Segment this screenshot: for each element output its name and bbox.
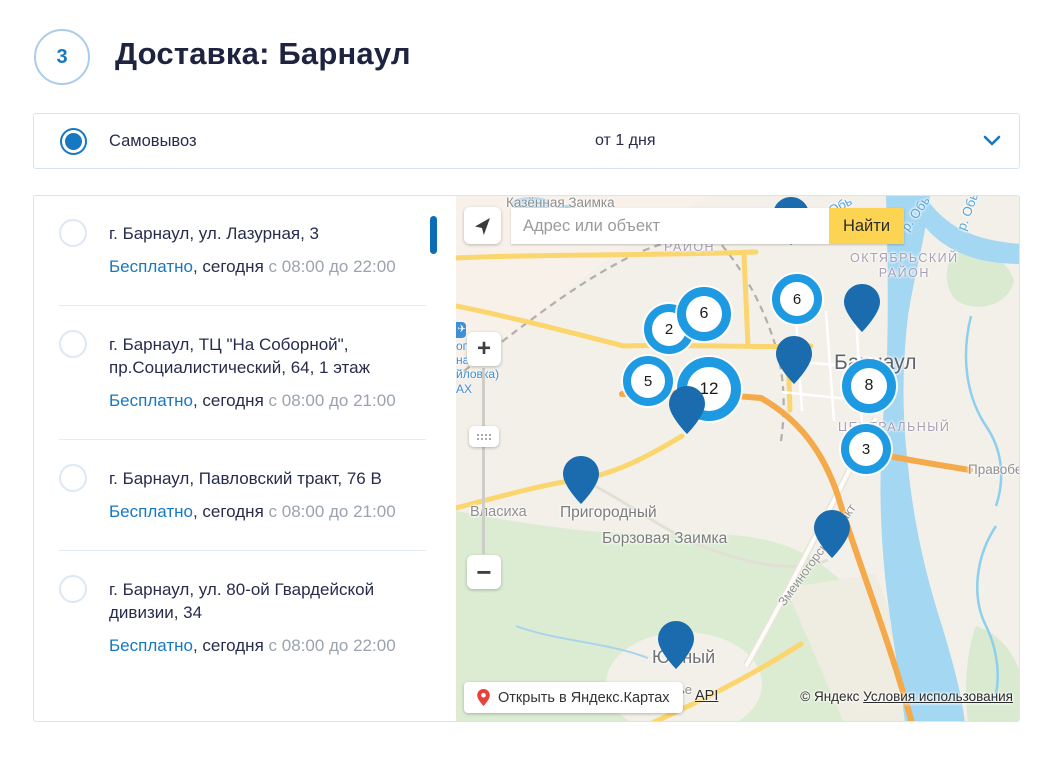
- map-copyright: © Яндекс Условия использования: [800, 689, 1013, 704]
- pickup-point-item[interactable]: г. Барнаул, ул. 80-ой Гвардейской дивизи…: [59, 550, 426, 684]
- api-link[interactable]: API: [695, 688, 718, 704]
- pickup-point-address: г. Барнаул, ТЦ "На Соборной", пр.Социали…: [109, 333, 401, 379]
- hours-label: с 08:00 до 21:00: [269, 391, 396, 410]
- pickup-point-radio[interactable]: [59, 575, 87, 603]
- yandex-copyright-label: © Яндекс: [800, 689, 859, 704]
- pickup-point-schedule: Бесплатно, сегодня с 08:00 до 21:00: [109, 500, 401, 523]
- pickup-point-schedule: Бесплатно, сегодня с 08:00 до 21:00: [109, 389, 401, 412]
- step-number-badge: 3: [34, 29, 90, 85]
- pickup-point-schedule: Бесплатно, сегодня с 08:00 до 22:00: [109, 634, 401, 657]
- free-label: Бесплатно: [109, 502, 193, 521]
- chevron-down-icon[interactable]: [983, 135, 1001, 147]
- pickup-method-duration: от 1 дня: [595, 132, 656, 150]
- map-pin[interactable]: [844, 284, 880, 332]
- zoom-in-button[interactable]: +: [467, 332, 501, 366]
- pickup-point-address: г. Барнаул, ул. Лазурная, 3: [109, 222, 401, 245]
- pickup-points-panel: г. Барнаул, ул. Лазурная, 3 Бесплатно, с…: [33, 195, 1020, 722]
- map-label-pravoberezhny: Правобе: [968, 462, 1020, 477]
- map-label-oktyabrsky-rayon: ОКТЯБРЬСКИЙРАЙОН: [850, 251, 959, 281]
- pickup-point-radio[interactable]: [59, 219, 87, 247]
- hours-label: с 08:00 до 22:00: [269, 257, 396, 276]
- map-search-bar: Найти: [511, 208, 904, 244]
- zoom-slider-track[interactable]: [482, 368, 485, 554]
- today-label: , сегодня: [193, 502, 264, 521]
- map-pin[interactable]: [669, 386, 705, 434]
- map-cluster[interactable]: 6: [772, 274, 822, 324]
- pickup-point-item[interactable]: г. Барнаул, Павловский тракт, 76 В Беспл…: [59, 439, 426, 550]
- terms-of-use-link[interactable]: Условия использования: [863, 689, 1013, 704]
- today-label: , сегодня: [193, 636, 264, 655]
- map-cluster[interactable]: 6: [677, 287, 731, 341]
- pickup-point-radio[interactable]: [59, 330, 87, 358]
- map-cluster[interactable]: 3: [841, 424, 891, 474]
- zoom-out-button[interactable]: −: [467, 555, 501, 589]
- open-in-yandex-maps-button[interactable]: Открыть в Яндекс.Картах: [464, 682, 683, 713]
- pickup-point-item[interactable]: г. Барнаул, ул. Лазурная, 3 Бесплатно, с…: [59, 222, 426, 305]
- hours-label: с 08:00 до 22:00: [269, 636, 396, 655]
- map-cluster[interactable]: 8: [842, 359, 896, 413]
- map-label-prigorodny: Пригородный: [560, 504, 657, 522]
- map-pin[interactable]: [563, 456, 599, 504]
- geolocation-button[interactable]: [464, 207, 501, 244]
- pickup-method-label: Самовывоз: [109, 132, 197, 151]
- map-label-vlasikha: Власиха: [470, 504, 527, 520]
- map-pin[interactable]: [776, 336, 812, 384]
- today-label: , сегодня: [193, 391, 264, 410]
- hours-label: с 08:00 до 21:00: [269, 502, 396, 521]
- free-label: Бесплатно: [109, 391, 193, 410]
- map[interactable]: Казённая Заимка РАЙОН ОКТЯБРЬСКИЙРАЙОН Б…: [456, 196, 1020, 722]
- find-button[interactable]: Найти: [829, 208, 904, 244]
- list-scrollbar-thumb[interactable]: [430, 216, 437, 254]
- red-pin-icon: [477, 689, 490, 706]
- free-label: Бесплатно: [109, 636, 193, 655]
- page-title: Доставка: Барнаул: [115, 36, 411, 72]
- navigation-arrow-icon: [473, 216, 493, 236]
- map-cluster[interactable]: 5: [623, 356, 673, 406]
- pickup-method-row[interactable]: Самовывоз от 1 дня: [33, 113, 1020, 169]
- zoom-slider-handle[interactable]: [469, 426, 499, 447]
- map-label-borzovaya-zaimka: Борзовая Заимка: [602, 530, 727, 548]
- search-input[interactable]: [511, 208, 829, 244]
- pickup-point-schedule: Бесплатно, сегодня с 08:00 до 22:00: [109, 255, 401, 278]
- map-pin[interactable]: [658, 621, 694, 669]
- pickup-point-item[interactable]: г. Барнаул, ТЦ "На Соборной", пр.Социали…: [59, 305, 426, 439]
- pickup-points-list: г. Барнаул, ул. Лазурная, 3 Бесплатно, с…: [34, 196, 456, 708]
- free-label: Бесплатно: [109, 257, 193, 276]
- pickup-point-address: г. Барнаул, ул. 80-ой Гвардейской дивизи…: [109, 578, 401, 624]
- pickup-point-radio[interactable]: [59, 464, 87, 492]
- map-pin[interactable]: [814, 510, 850, 558]
- pickup-point-address: г. Барнаул, Павловский тракт, 76 В: [109, 467, 401, 490]
- pickup-method-radio-selected[interactable]: [60, 128, 87, 155]
- map-label-fragment: йловка): [456, 367, 499, 381]
- open-in-yandex-maps-label: Открыть в Яндекс.Картах: [498, 690, 670, 706]
- map-label-fragment: АХ: [456, 382, 472, 396]
- airport-poi-icon: ✈: [456, 322, 466, 338]
- today-label: , сегодня: [193, 257, 264, 276]
